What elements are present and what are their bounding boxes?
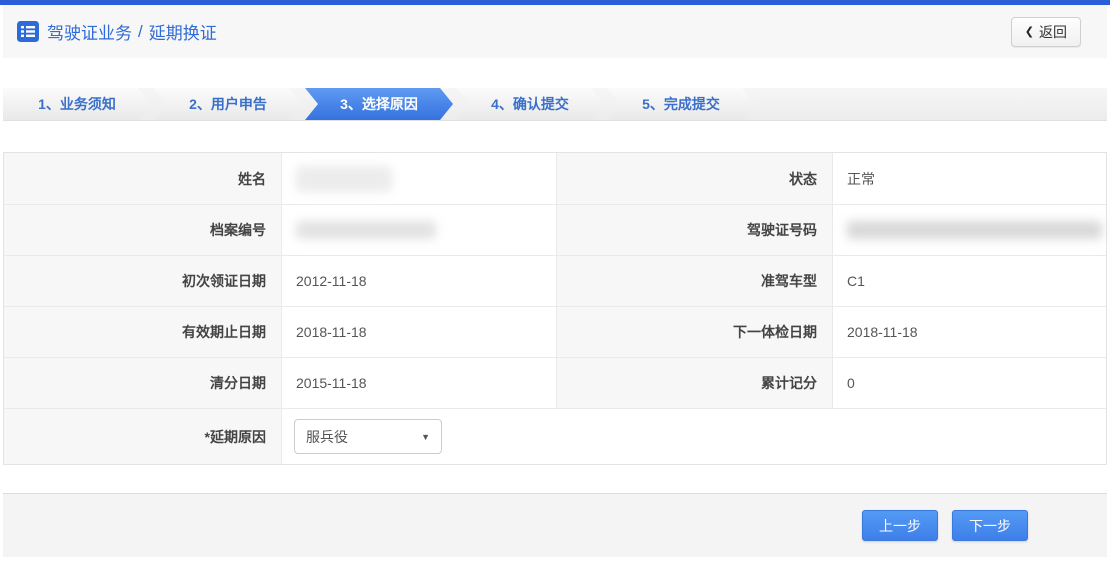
next-physical-date-label: 下一体检日期 (556, 307, 833, 357)
name-label: 姓名 (4, 153, 281, 204)
breadcrumb: 驾驶证业务 / 延期换证 (17, 19, 217, 44)
first-issue-date-label: 初次领证日期 (4, 256, 281, 306)
redacted-file-number-value (296, 221, 436, 239)
breadcrumb-main: 驾驶证业务 (47, 19, 132, 44)
table-row-reason: *延期原因 服兵役 ▼ (4, 408, 1106, 464)
tab-step-2[interactable]: 2、用户申告 (154, 88, 302, 120)
points-clear-date-label: 清分日期 (4, 358, 281, 408)
vehicle-class-label: 准驾车型 (556, 256, 833, 306)
status-value: 正常 (833, 153, 1106, 204)
back-button[interactable]: ❮ 返回 (1011, 17, 1081, 47)
file-number-label: 档案编号 (4, 205, 281, 255)
back-button-label: 返回 (1039, 22, 1067, 42)
first-issue-date-value: 2012-11-18 (281, 256, 556, 306)
list-icon (17, 21, 39, 42)
extension-reason-cell: 服兵役 ▼ (281, 409, 1106, 464)
prev-step-button[interactable]: 上一步 (862, 510, 938, 541)
license-info-table: 姓名 状态 正常 档案编号 驾驶证号码 初次领证日期 2012-11-18 准驾… (3, 152, 1107, 465)
table-row: 档案编号 驾驶证号码 (4, 204, 1106, 255)
table-row: 清分日期 2015-11-18 累计记分 0 (4, 357, 1106, 408)
caret-down-icon: ▼ (421, 432, 430, 442)
redacted-license-number-value (847, 221, 1102, 239)
table-row: 初次领证日期 2012-11-18 准驾车型 C1 (4, 255, 1106, 306)
breadcrumb-separator: / (138, 22, 143, 42)
accumulated-points-label: 累计记分 (556, 358, 833, 408)
table-row: 有效期止日期 2018-11-18 下一体检日期 2018-11-18 (4, 306, 1106, 357)
chevron-left-icon: ❮ (1025, 25, 1034, 38)
next-physical-date-value: 2018-11-18 (833, 307, 1106, 357)
step-tabs: 1、业务须知 2、用户申告 3、选择原因 4、确认提交 5、完成提交 (3, 88, 1107, 121)
next-step-button[interactable]: 下一步 (952, 510, 1028, 541)
redacted-name-value (296, 166, 392, 192)
tab-step-4[interactable]: 4、确认提交 (456, 88, 604, 120)
page-header: 驾驶证业务 / 延期换证 ❮ 返回 (3, 5, 1107, 58)
tab-step-5[interactable]: 5、完成提交 (607, 88, 755, 120)
vehicle-class-value: C1 (833, 256, 1106, 306)
extension-reason-selected-value: 服兵役 (306, 427, 348, 447)
extension-reason-label: *延期原因 (4, 409, 281, 464)
footer-bar: 上一步 下一步 (3, 493, 1107, 557)
tab-step-3[interactable]: 3、选择原因 (305, 88, 453, 120)
tab-step-1[interactable]: 1、业务须知 (3, 88, 151, 120)
license-number-value (833, 205, 1106, 255)
license-number-label: 驾驶证号码 (556, 205, 833, 255)
expiry-date-value: 2018-11-18 (281, 307, 556, 357)
table-row: 姓名 状态 正常 (4, 153, 1106, 204)
file-number-value (281, 205, 556, 255)
name-value (281, 153, 556, 204)
extension-reason-select[interactable]: 服兵役 ▼ (294, 419, 442, 454)
accumulated-points-value: 0 (833, 358, 1106, 408)
status-label: 状态 (556, 153, 833, 204)
expiry-date-label: 有效期止日期 (4, 307, 281, 357)
breadcrumb-sub: 延期换证 (149, 19, 217, 44)
points-clear-date-value: 2015-11-18 (281, 358, 556, 408)
